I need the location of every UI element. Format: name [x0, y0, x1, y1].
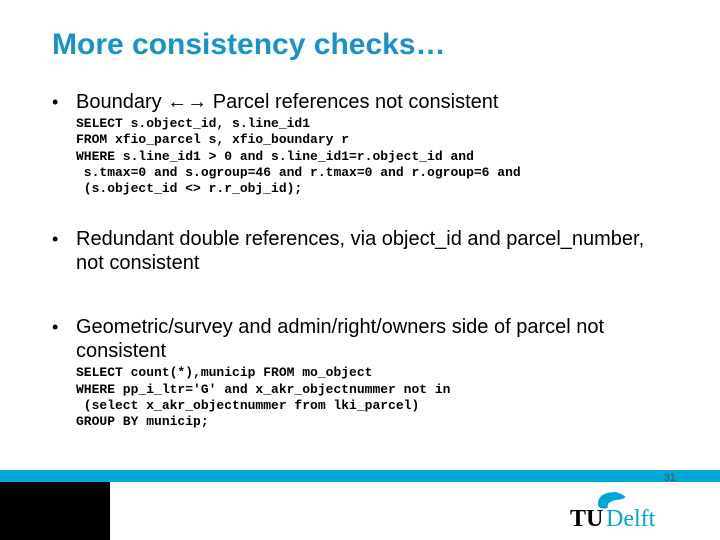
bullet-text: Geometric/survey and admin/right/owners … [76, 315, 668, 363]
list-item: Boundary ←→ Parcel references not consis… [52, 90, 668, 114]
bullet-text: Boundary ←→ Parcel references not consis… [76, 90, 668, 114]
tudelft-logo-svg: TU Delft [546, 490, 676, 532]
logo-delft-text: Delft [606, 506, 656, 532]
slide: More consistency checks… Boundary ←→ Par… [0, 0, 720, 540]
bullet-text: Redundant double references, via object_… [76, 227, 668, 275]
code-block: SELECT s.object_id, s.line_id1 FROM xfio… [76, 116, 668, 197]
tudelft-logo: TU Delft [546, 490, 676, 532]
footer-black-box [0, 482, 110, 540]
logo-tu-text: TU [570, 506, 603, 532]
list-item: Redundant double references, via object_… [52, 227, 668, 275]
slide-title: More consistency checks… [52, 28, 446, 62]
slide-body: Boundary ←→ Parcel references not consis… [52, 90, 668, 430]
list-item: Geometric/survey and admin/right/owners … [52, 315, 668, 363]
page-number: 31 [664, 472, 676, 484]
bullet-list: Boundary ←→ Parcel references not consis… [52, 90, 668, 430]
footer-accent-bar [0, 470, 720, 482]
code-block: SELECT count(*),municip FROM mo_object W… [76, 365, 668, 430]
